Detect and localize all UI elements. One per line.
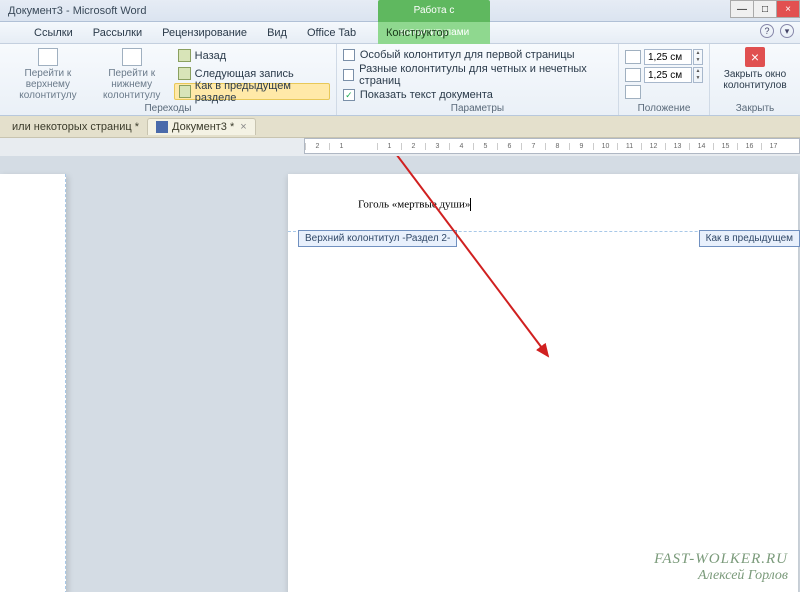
prev-page-edge [0, 174, 66, 592]
tab-mailings[interactable]: Рассылки [83, 27, 152, 39]
close-headerfooter-button[interactable]: × Закрыть окно колонтитулов [716, 47, 794, 91]
maximize-button[interactable]: □ [753, 0, 777, 18]
tab-officetab[interactable]: Office Tab [297, 27, 366, 39]
spinner[interactable]: ▲▼ [693, 67, 703, 83]
group-params: Параметры [343, 102, 612, 114]
tab-view[interactable]: Вид [257, 27, 297, 39]
footer-pos-input[interactable] [644, 67, 692, 83]
tab-align-icon [625, 85, 641, 99]
link-icon [179, 85, 191, 98]
minimize-button[interactable]: — [730, 0, 754, 18]
showdoc-checkbox[interactable]: ✓Показать текст документа [343, 89, 612, 101]
word-doc-icon [156, 121, 168, 133]
horizontal-ruler[interactable]: 211234567891011121314151617 [304, 138, 800, 154]
doc-tab-active[interactable]: Документ3 * × [147, 118, 256, 135]
options-icon[interactable]: ▾ [780, 24, 794, 38]
oddeven-checkbox[interactable]: Разные колонтитулы для четных и нечетных… [343, 63, 612, 87]
header-text[interactable]: Гоголь «мертвые души» [358, 198, 470, 210]
arrow-down-icon [178, 67, 191, 80]
header-pos-input[interactable] [644, 49, 692, 65]
arrow-up-icon [178, 49, 191, 62]
goto-header-button[interactable]: Перейти к верхнему колонтитулу [6, 47, 90, 102]
doc-tab-other[interactable]: или некоторых страниц * [4, 119, 147, 135]
document-page[interactable]: Гоголь «мертвые души» Верхний колонтитул… [288, 174, 798, 592]
tab-review[interactable]: Рецензирование [152, 27, 257, 39]
firstpage-checkbox[interactable]: Особый колонтитул для первой страницы [343, 49, 612, 61]
header-section-tag: Верхний колонтитул -Раздел 2- [298, 230, 457, 247]
close-button[interactable]: × [776, 0, 800, 18]
footer-pos-icon [625, 68, 641, 82]
goto-footer-button[interactable]: Перейти к нижнему колонтитулу [90, 47, 174, 102]
group-position: Положение [625, 102, 703, 114]
tab-close-icon[interactable]: × [240, 121, 246, 133]
watermark: FAST-WOLKER.RU Алексей Горлов [654, 551, 788, 584]
help-icon[interactable]: ? [760, 24, 774, 38]
contextual-title: Работа с колонтитулами [378, 0, 490, 22]
prev-button[interactable]: Назад [174, 47, 330, 64]
header-icon [38, 48, 58, 66]
spinner[interactable]: ▲▼ [693, 49, 703, 65]
group-transitions: Переходы [6, 102, 330, 114]
header-pos-icon [625, 50, 641, 64]
link-previous-button[interactable]: Как в предыдущем разделе [174, 83, 330, 100]
header-area[interactable]: Гоголь «мертвые души» Верхний колонтитул… [288, 174, 798, 232]
window-title: Документ3 - Microsoft Word [8, 5, 146, 17]
header-link-tag: Как в предыдущем [699, 230, 800, 247]
close-icon: × [745, 47, 765, 67]
footer-icon [122, 48, 142, 66]
tab-links[interactable]: Ссылки [24, 27, 83, 39]
group-close: Закрыть [716, 102, 794, 114]
